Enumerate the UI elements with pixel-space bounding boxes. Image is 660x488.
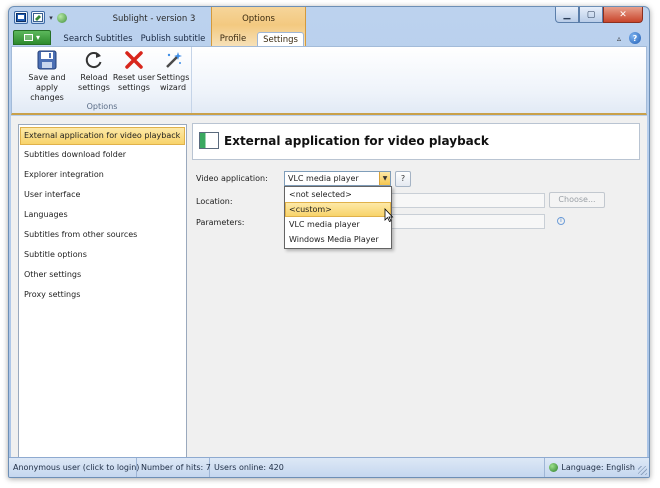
settings-nav-list: External application for video playback … — [18, 124, 187, 459]
file-menu-icon — [23, 34, 33, 41]
panel-title: External application for video playback — [224, 134, 489, 148]
file-menu-button[interactable]: ▾ — [13, 30, 51, 45]
reset-user-settings-label-1: Reset user — [112, 73, 156, 82]
tab-publish-subtitle[interactable]: Publish subtitle — [140, 32, 206, 47]
choose-button[interactable]: Choose... — [549, 192, 605, 208]
status-online: Users online: 420 — [214, 463, 284, 472]
info-icon[interactable]: i — [557, 217, 565, 225]
video-application-value: VLC media player — [288, 174, 359, 183]
status-user[interactable]: Anonymous user (click to login) — [9, 458, 139, 477]
nav-item-other-sources[interactable]: Subtitles from other sources — [19, 225, 186, 245]
nav-item-subtitle-options[interactable]: Subtitle options — [19, 245, 186, 265]
ribbon-group-options: Save and apply changes Reload settings R… — [12, 47, 192, 113]
video-application-dropdown: <not selected> <custom> VLC media player… — [284, 186, 392, 249]
ribbon-corner-controls: ▵ ? — [617, 32, 641, 44]
reset-user-settings-button[interactable]: Reset user settings — [112, 49, 156, 93]
nav-item-explorer-integration[interactable]: Explorer integration — [19, 165, 186, 185]
status-language-label: Language: English — [561, 463, 635, 472]
parameters-label: Parameters: — [196, 218, 245, 227]
panel-header: External application for video playback — [192, 123, 640, 160]
app-menu-icon[interactable] — [14, 11, 28, 24]
mouse-cursor-icon — [384, 208, 394, 222]
globe-icon — [549, 463, 559, 472]
status-orb-icon[interactable] — [57, 12, 67, 23]
settings-wizard-label-2: wizard — [159, 83, 187, 92]
location-field[interactable] — [391, 193, 545, 208]
qat-dropdown-icon[interactable]: ▾ — [48, 14, 54, 22]
video-playback-icon — [199, 132, 219, 149]
save-icon — [37, 50, 57, 70]
help-icon[interactable]: ? — [629, 32, 641, 44]
chevron-down-icon[interactable]: ▼ — [379, 172, 390, 185]
reset-user-settings-label-2: settings — [118, 83, 150, 92]
settings-wizard-label-1: Settings — [156, 73, 190, 82]
ribbon-tab-row: ▾ Search Subtitles Publish subtitle Prof… — [9, 29, 649, 48]
nav-item-user-interface[interactable]: User interface — [19, 185, 186, 205]
tab-search-subtitles[interactable]: Search Subtitles — [57, 32, 139, 47]
save-and-apply-label-2: apply changes — [30, 83, 64, 102]
nav-item-download-folder[interactable]: Subtitles download folder — [19, 145, 186, 165]
dropdown-option-wmp[interactable]: Windows Media Player — [285, 232, 391, 247]
reload-settings-label-2: settings — [78, 83, 110, 92]
dropdown-option-not-selected[interactable]: <not selected> — [285, 187, 391, 202]
status-hits: Number of hits: 7 — [137, 458, 211, 477]
ribbon: Save and apply changes Reload settings R… — [11, 46, 647, 115]
video-application-help-button[interactable]: ? — [395, 171, 411, 187]
minimize-icon: ▁ — [563, 9, 571, 20]
file-menu-caret: ▾ — [35, 33, 40, 42]
location-label: Location: — [196, 197, 233, 206]
app-window: ▾ Sublight - version 3 Options ▁ ▢ ✕ ▾ S… — [8, 6, 650, 478]
maximize-button[interactable]: ▢ — [579, 7, 603, 23]
wizard-icon — [166, 52, 182, 68]
close-button[interactable]: ✕ — [603, 7, 643, 23]
ribbon-group-label: Options — [86, 102, 118, 111]
dropdown-option-custom[interactable]: <custom> — [285, 202, 391, 217]
save-and-apply-button[interactable]: Save and apply changes — [18, 49, 76, 103]
tab-profile[interactable]: Profile — [213, 32, 253, 47]
quick-access-toolbar: ▾ — [14, 11, 67, 24]
reload-settings-button[interactable]: Reload settings — [76, 49, 112, 93]
nav-item-other-settings[interactable]: Other settings — [19, 265, 186, 285]
nav-item-proxy-settings[interactable]: Proxy settings — [19, 285, 186, 305]
video-application-label: Video application: — [196, 174, 268, 183]
title-bar: ▾ Sublight - version 3 Options ▁ ▢ ✕ — [9, 7, 649, 47]
video-application-select[interactable]: VLC media player ▼ — [284, 171, 391, 186]
minimize-ribbon-icon[interactable]: ▵ — [617, 34, 621, 43]
edit-icon[interactable] — [31, 11, 45, 24]
status-bar: Anonymous user (click to login) Number o… — [9, 457, 649, 477]
close-icon: ✕ — [619, 9, 627, 20]
reload-icon — [85, 52, 102, 69]
save-and-apply-label-1: Save and — [28, 73, 66, 82]
parameters-field[interactable] — [391, 214, 545, 229]
maximize-icon: ▢ — [586, 9, 596, 20]
window-controls: ▁ ▢ ✕ — [555, 7, 643, 23]
settings-wizard-button[interactable]: Settings wizard — [156, 49, 190, 93]
reset-icon — [125, 51, 143, 69]
settings-content: External application for video playback … — [11, 116, 647, 459]
window-title: Sublight - version 3 — [112, 14, 196, 24]
nav-item-external-application[interactable]: External application for video playback — [20, 127, 185, 145]
nav-item-languages[interactable]: Languages — [19, 205, 186, 225]
contextual-tab-group-label: Options — [242, 14, 275, 24]
status-language[interactable]: Language: English — [544, 458, 635, 477]
dropdown-option-vlc[interactable]: VLC media player — [285, 217, 391, 232]
resize-grip-icon[interactable] — [638, 466, 647, 475]
reload-settings-label-1: Reload — [80, 73, 108, 82]
minimize-button[interactable]: ▁ — [555, 7, 579, 23]
